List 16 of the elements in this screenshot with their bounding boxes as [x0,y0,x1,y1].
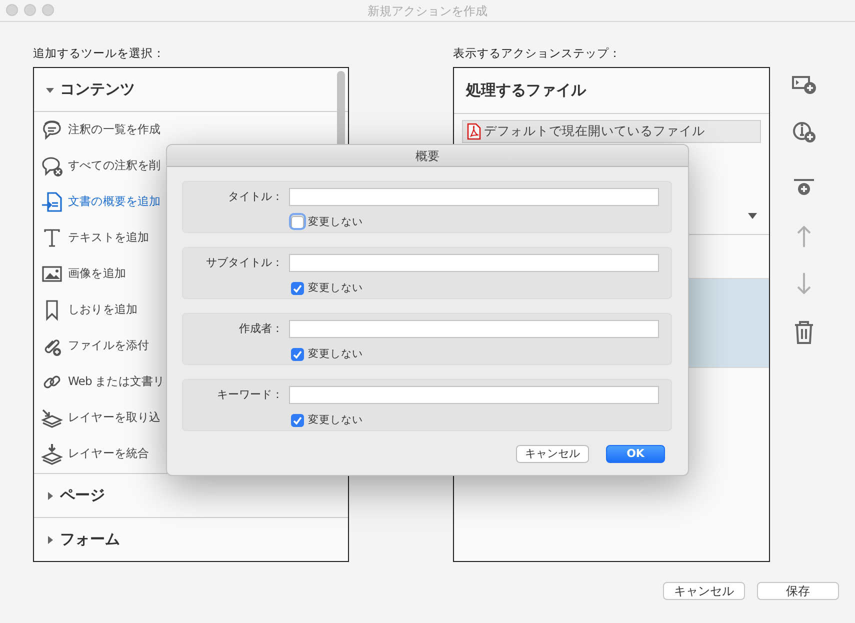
checkbox-label: 変更しない [308,281,363,296]
checkbox-label: 変更しない [308,413,363,428]
dialog-title: 概要 [167,145,688,167]
panel-label: 表示するアクションステップ： [453,45,622,62]
section-title: フォーム [60,529,120,550]
steps-header: 処理するファイル [454,68,769,114]
checkbox-label: 変更しない [308,347,363,362]
window-title: 新規アクションを作成 [366,2,488,20]
field-label: サブタイトル： [205,254,284,271]
field-label: タイトル： [227,188,284,205]
panel-label: 追加するツールを選択： [33,45,166,62]
field-label: キーワード： [216,386,284,403]
field-label: 作成者： [238,320,284,337]
checkbox-label: 変更しない [308,215,363,230]
section-title: コンテンツ [60,79,135,100]
section-title: ページ [60,485,105,506]
